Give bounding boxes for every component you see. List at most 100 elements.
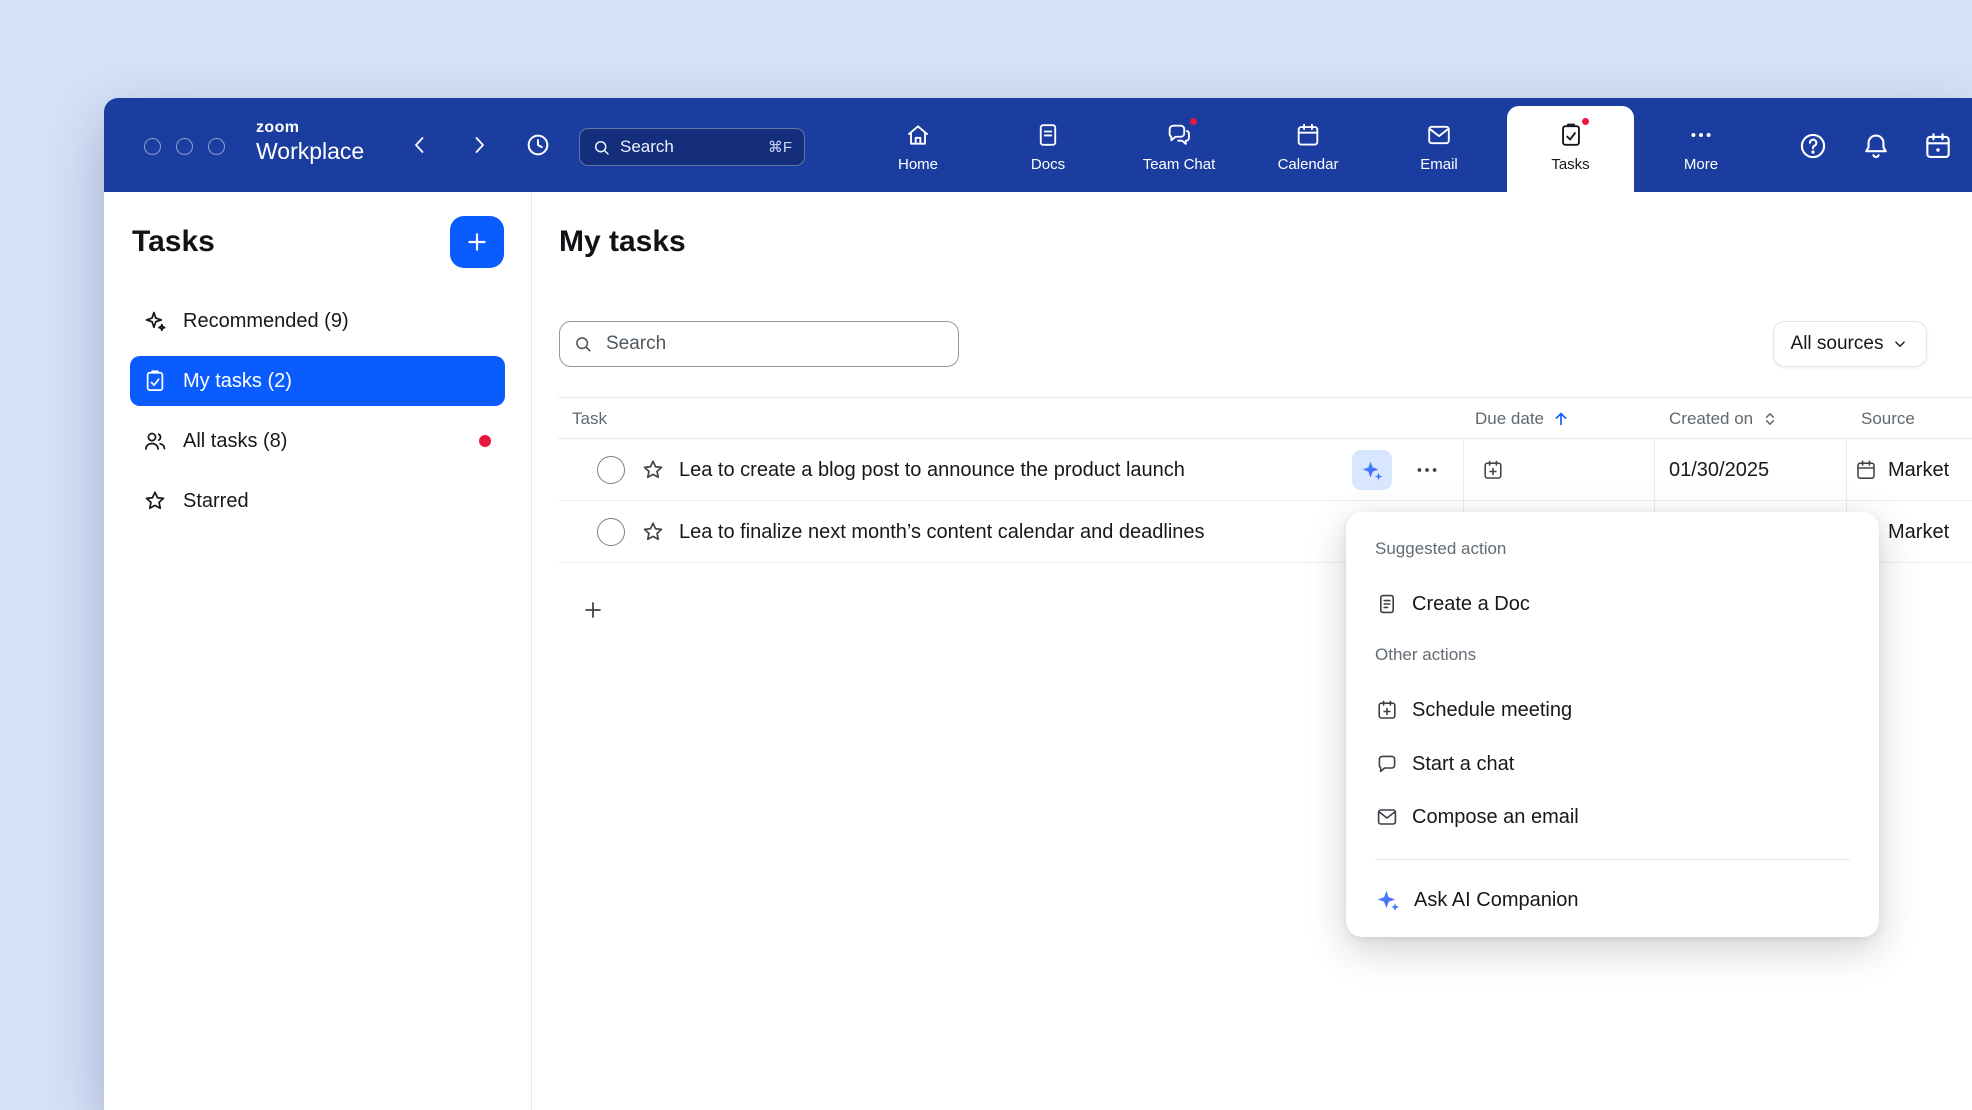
global-search[interactable]: Search ⌘F [579, 128, 805, 166]
global-search-label: Search [620, 137, 674, 157]
column-due-date[interactable]: Due date [1475, 398, 1571, 440]
history-icon [524, 131, 552, 159]
calendar-panel-button[interactable] [1922, 130, 1954, 162]
menu-section-label: Suggested action [1375, 539, 1506, 559]
menu-item-label: Create a Doc [1412, 593, 1530, 616]
source-value: Market [1888, 518, 1972, 546]
window-control-zoom[interactable] [208, 138, 225, 155]
source-value: Market [1888, 456, 1972, 484]
nav-label: Calendar [1278, 156, 1339, 173]
bell-icon [1860, 130, 1892, 162]
calendar-plus-icon [1481, 458, 1505, 482]
column-label: Due date [1475, 409, 1544, 429]
team-chat-notification-dot [1188, 116, 1199, 127]
add-due-date-button[interactable] [1481, 458, 1505, 482]
nav-label: Home [898, 156, 938, 173]
nav-team-chat[interactable]: Team Chat [1124, 106, 1234, 192]
menu-item-start-chat[interactable]: Start a chat [1375, 742, 1859, 786]
column-source[interactable]: Source [1861, 398, 1915, 440]
nav-home[interactable]: Home [863, 106, 973, 192]
ai-companion-button[interactable] [1352, 450, 1392, 490]
column-task[interactable]: Task [572, 398, 607, 440]
nav-label: More [1684, 156, 1718, 173]
sort-ascending-icon[interactable] [1551, 409, 1571, 429]
task-list-icon [142, 368, 168, 394]
sidebar-item-label: Recommended (9) [183, 310, 349, 333]
task-title[interactable]: Lea to create a blog post to announce th… [679, 456, 1185, 484]
people-icon [142, 428, 168, 454]
chevron-down-icon [1891, 335, 1909, 353]
plus-icon [464, 229, 490, 255]
menu-item-compose-email[interactable]: Compose an email [1375, 795, 1859, 839]
sidebar-item-my-tasks[interactable]: My tasks (2) [130, 356, 505, 406]
help-icon [1797, 130, 1829, 162]
column-label: Source [1861, 409, 1915, 429]
created-on-value: 01/30/2025 [1669, 456, 1769, 484]
nav-label: Email [1420, 156, 1458, 173]
sidebar-item-all-tasks[interactable]: All tasks (8) [130, 416, 505, 466]
menu-item-label: Start a chat [1412, 753, 1514, 776]
history-button[interactable] [524, 131, 552, 159]
task-row[interactable]: Lea to create a blog post to announce th… [558, 439, 1972, 501]
task-checkbox[interactable] [597, 518, 625, 546]
nav-label: Team Chat [1143, 156, 1216, 173]
menu-item-schedule-meeting[interactable]: Schedule meeting [1375, 688, 1859, 732]
menu-section-label: Other actions [1375, 645, 1476, 665]
ellipsis-icon [1413, 456, 1441, 484]
notifications-button[interactable] [1860, 130, 1892, 162]
ai-sparkle-icon [1375, 887, 1401, 913]
column-created-on[interactable]: Created on [1669, 398, 1780, 440]
column-divider [1654, 439, 1655, 500]
back-button[interactable] [408, 133, 432, 157]
column-divider [1463, 439, 1464, 500]
sidebar: Tasks Recommended (9) My tasks (2) [104, 192, 532, 1110]
sidebar-title: Tasks [132, 225, 215, 259]
more-icon [1687, 121, 1715, 149]
nav-tasks[interactable]: Tasks [1507, 106, 1634, 192]
email-icon [1425, 121, 1453, 149]
logo-zoom-text: zoom [256, 120, 364, 136]
source-filter-dropdown[interactable]: All sources [1773, 321, 1927, 367]
tasks-notification-dot [1580, 116, 1591, 127]
calendar-plus-icon [1375, 698, 1399, 722]
nav-more[interactable]: More [1646, 106, 1756, 192]
add-task-button[interactable] [450, 216, 504, 268]
star-icon [142, 488, 168, 514]
team-chat-icon [1165, 121, 1193, 149]
app-window: zoom Workplace Search ⌘F Home Doc [104, 98, 1972, 1110]
add-task-inline-button[interactable] [581, 598, 605, 622]
nav-calendar[interactable]: Calendar [1253, 106, 1363, 192]
plus-icon [581, 598, 605, 622]
help-button[interactable] [1797, 130, 1829, 162]
sidebar-item-label: Starred [183, 490, 249, 513]
doc-icon [1375, 592, 1399, 616]
nav-docs[interactable]: Docs [993, 106, 1103, 192]
home-icon [904, 121, 932, 149]
sidebar-item-recommended[interactable]: Recommended (9) [130, 296, 505, 346]
menu-item-create-doc[interactable]: Create a Doc [1375, 582, 1859, 626]
star-icon[interactable] [640, 457, 666, 483]
all-tasks-notification-dot [479, 435, 491, 447]
nav-email[interactable]: Email [1384, 106, 1494, 192]
task-title[interactable]: Lea to finalize next month’s content cal… [679, 518, 1205, 546]
menu-item-label: Ask AI Companion [1414, 889, 1579, 912]
menu-item-ask-ai-companion[interactable]: Ask AI Companion [1375, 878, 1859, 922]
row-more-button[interactable] [1413, 456, 1441, 484]
star-icon[interactable] [640, 519, 666, 545]
window-control-close[interactable] [144, 138, 161, 155]
menu-item-label: Compose an email [1412, 806, 1579, 829]
forward-button[interactable] [467, 133, 491, 157]
task-search-input[interactable] [559, 321, 959, 367]
window-control-minimize[interactable] [176, 138, 193, 155]
nav-label: Docs [1031, 156, 1065, 173]
sidebar-item-label: All tasks (8) [183, 430, 287, 453]
sidebar-item-label: My tasks (2) [183, 370, 292, 393]
sidebar-item-starred[interactable]: Starred [130, 476, 505, 526]
calendar-panel-icon [1922, 130, 1954, 162]
task-search [559, 321, 959, 367]
chevron-left-icon [408, 133, 432, 157]
column-label: Task [572, 409, 607, 429]
sort-toggle-icon[interactable] [1760, 409, 1780, 429]
suggested-actions-menu: Suggested action Create a Doc Other acti… [1346, 512, 1879, 937]
task-checkbox[interactable] [597, 456, 625, 484]
